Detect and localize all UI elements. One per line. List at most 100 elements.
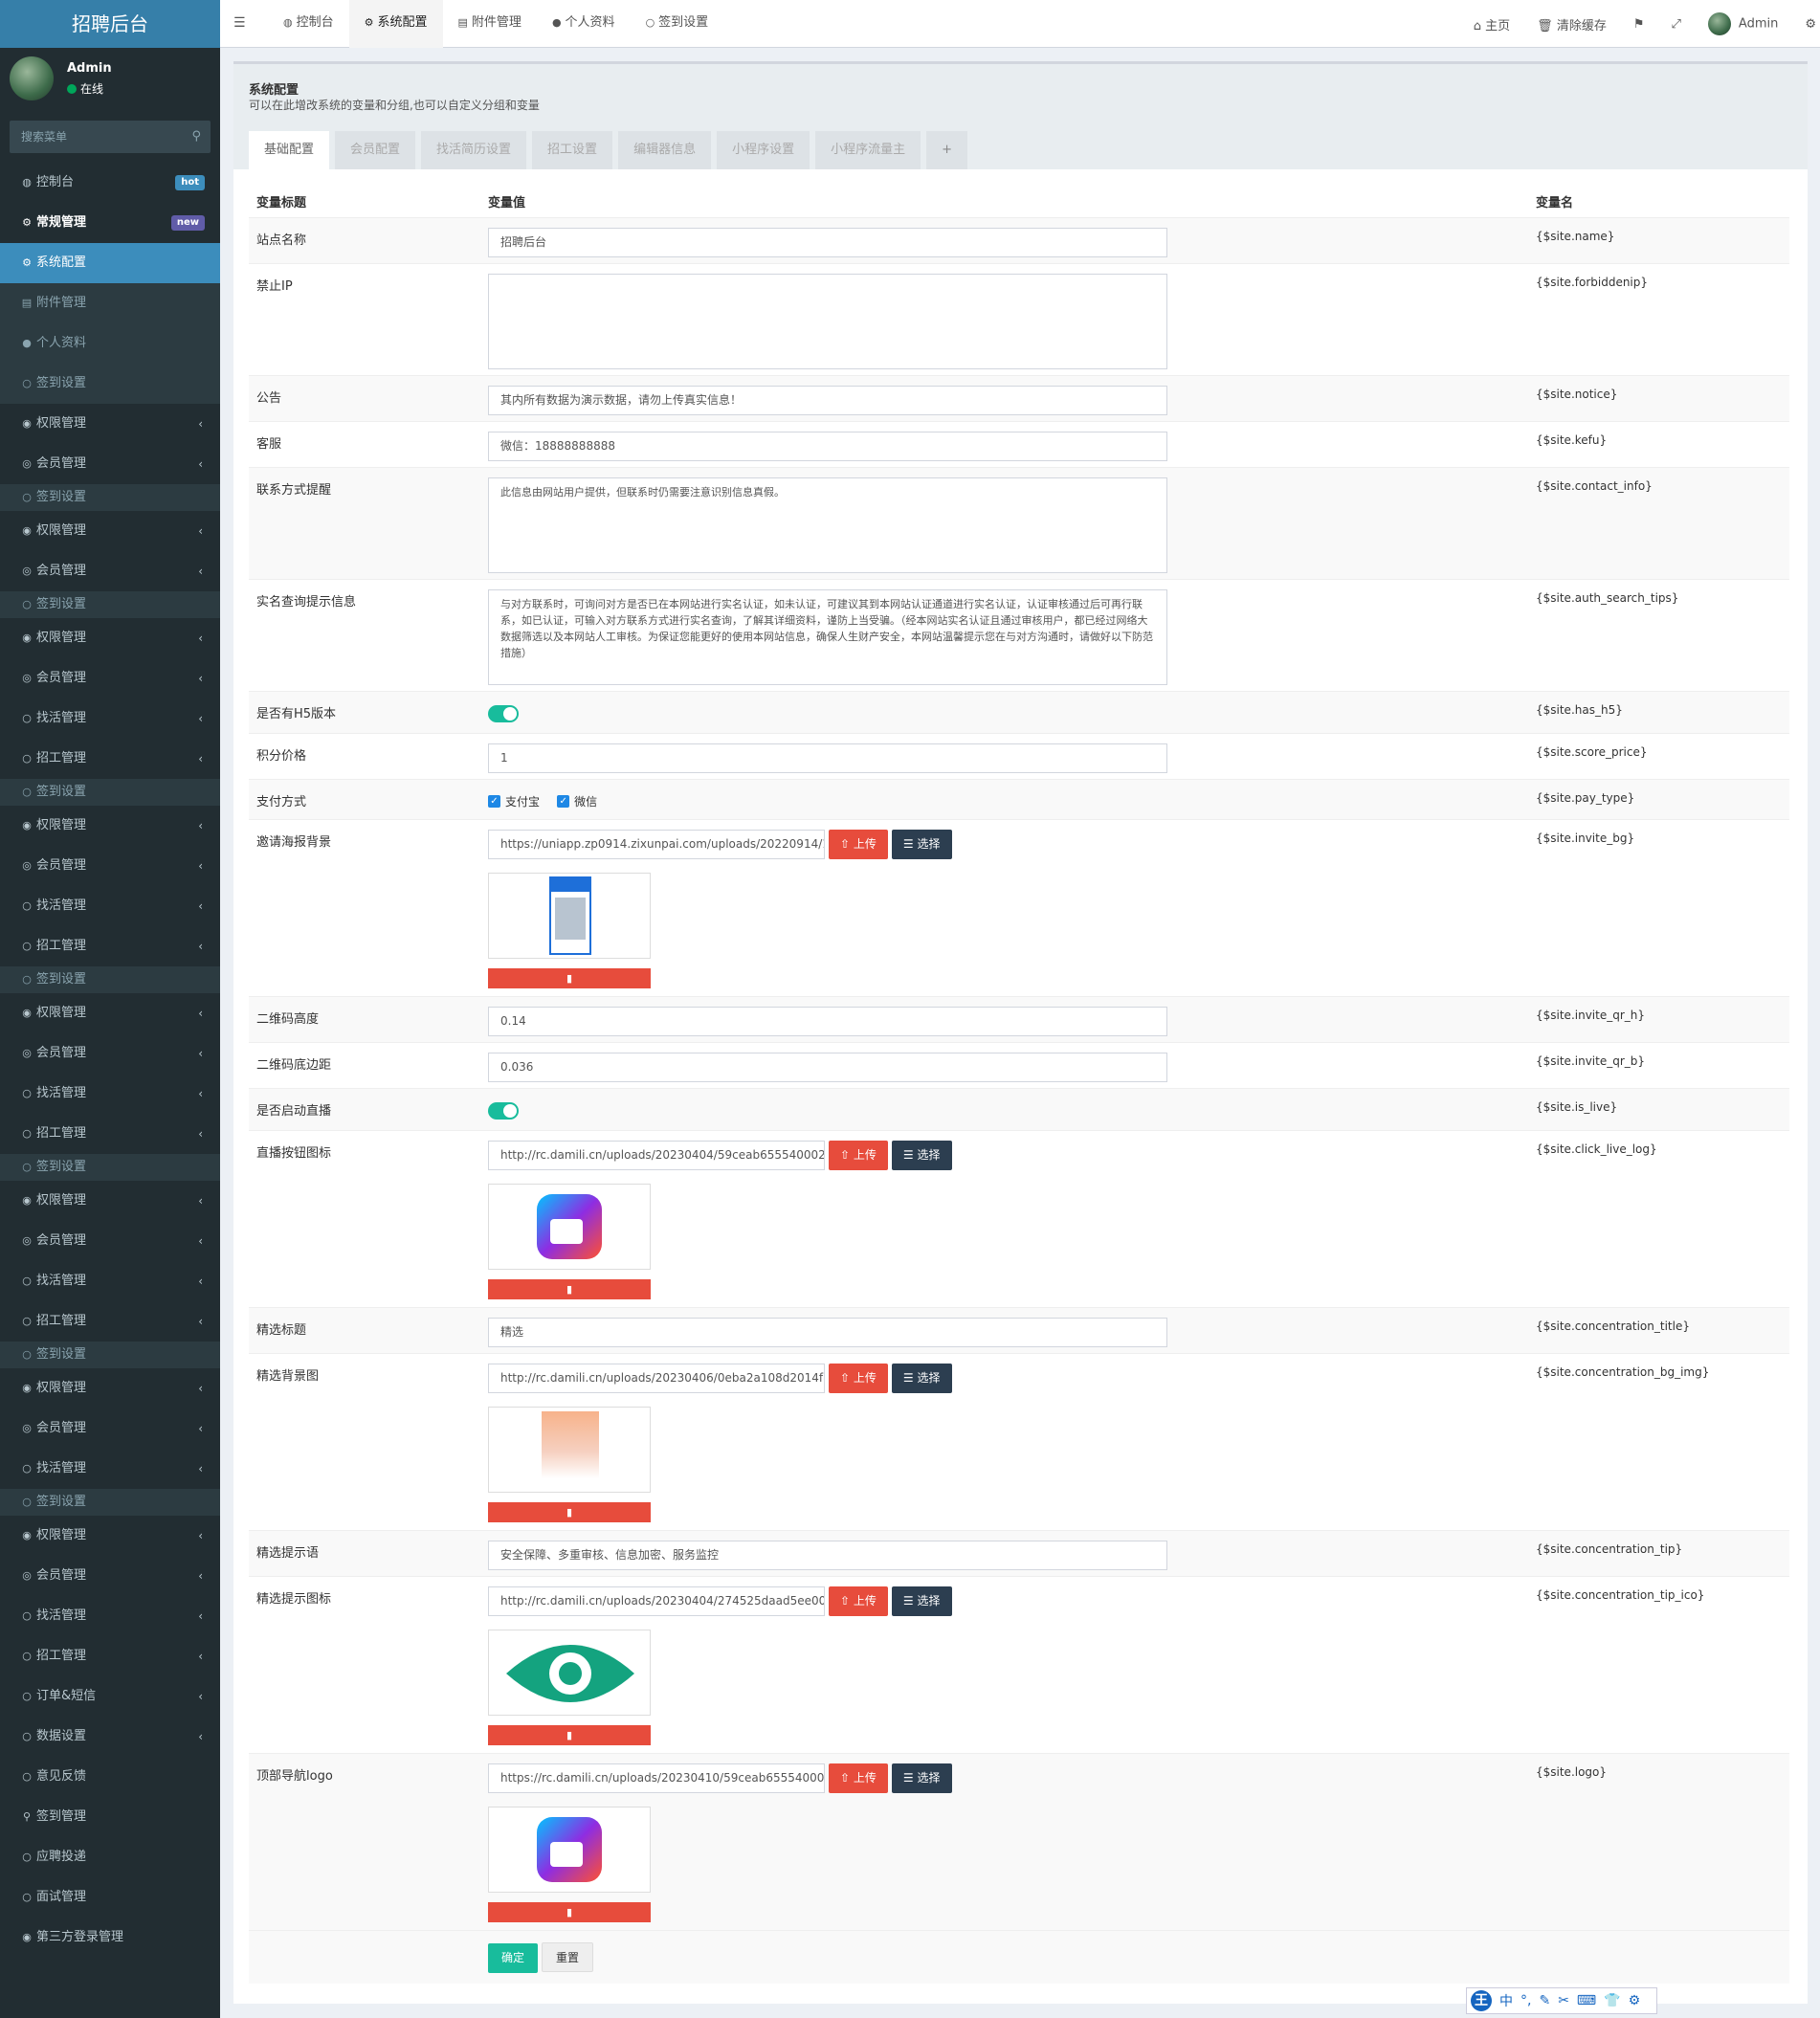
config-tab[interactable]: 找活简历设置: [421, 131, 527, 169]
sidebar-search-input[interactable]: [10, 121, 182, 153]
sidebar-item[interactable]: ○ 招工管理 ‹: [0, 1301, 220, 1342]
select-button[interactable]: ☰ 选择: [891, 1586, 952, 1616]
sidebar-item[interactable]: ○ 找活管理 ‹: [0, 1261, 220, 1301]
sidebar-item[interactable]: ◎ 会员管理 ‹: [0, 1408, 220, 1449]
invite-qr-h-input[interactable]: 0.14: [488, 1007, 1167, 1036]
select-button[interactable]: ☰ 选择: [891, 1141, 952, 1170]
delete-image-button[interactable]: ▮: [488, 968, 651, 988]
sidebar-item[interactable]: ⚙ 常规管理 new: [0, 203, 220, 243]
is-live-toggle[interactable]: [488, 1102, 519, 1120]
sidebar-item[interactable]: ◉ 权限管理 ‹: [0, 618, 220, 658]
sidebar-item[interactable]: ◎ 会员管理 ‹: [0, 551, 220, 591]
sidebar-item[interactable]: ○ 签到设置: [0, 1154, 220, 1181]
reset-button[interactable]: 重置: [542, 1942, 594, 1972]
app-logo[interactable]: 招聘后台: [0, 0, 220, 48]
sidebar-item[interactable]: ◉ 权限管理 ‹: [0, 1516, 220, 1556]
config-tab[interactable]: 编辑器信息: [618, 131, 712, 169]
live-icon-preview[interactable]: [488, 1184, 651, 1270]
delete-image-button[interactable]: ▮: [488, 1725, 651, 1745]
config-tab[interactable]: 会员配置: [335, 131, 416, 169]
upload-button[interactable]: ⇧ 上传: [829, 1364, 888, 1393]
top-tab[interactable]: ○ 签到设置: [631, 0, 724, 48]
invite-bg-preview[interactable]: [488, 873, 651, 959]
sidebar-item[interactable]: ◉ 第三方登录管理: [0, 1918, 220, 1958]
sidebar-item[interactable]: ○ 招工管理 ‹: [0, 926, 220, 966]
logo-preview[interactable]: [488, 1807, 651, 1893]
sidebar-item[interactable]: ○ 找活管理 ‹: [0, 1074, 220, 1114]
delete-image-button[interactable]: ▮: [488, 1902, 651, 1922]
shirt-icon[interactable]: 👕: [1604, 1993, 1620, 2008]
invite-bg-input[interactable]: https://uniapp.zp0914.zixunpai.com/uploa…: [488, 830, 825, 859]
alipay-checkbox[interactable]: ✓ 支付宝: [488, 793, 540, 809]
sidebar-item[interactable]: ○ 签到设置: [0, 779, 220, 806]
home-link[interactable]: ⌂ 主页: [1460, 15, 1523, 33]
ime-lang[interactable]: 中: [1499, 1991, 1513, 2010]
punctuation-icon[interactable]: °,: [1520, 1993, 1531, 2008]
delete-image-button[interactable]: ▮: [488, 1279, 651, 1299]
wechat-checkbox[interactable]: ✓ 微信: [557, 793, 597, 809]
logo-input[interactable]: https://rc.damili.cn/uploads/20230410/59…: [488, 1763, 825, 1793]
notice-input[interactable]: 其内所有数据为演示数据，请勿上传真实信息！: [488, 386, 1167, 415]
sidebar-item[interactable]: ◎ 会员管理 ‹: [0, 1033, 220, 1074]
sidebar-item[interactable]: ◉ 权限管理 ‹: [0, 1368, 220, 1408]
kefu-input[interactable]: 微信：18888888888: [488, 432, 1167, 461]
upload-button[interactable]: ⇧ 上传: [829, 1141, 888, 1170]
scissors-icon[interactable]: ✂: [1558, 1993, 1569, 2008]
top-tab[interactable]: ⚙ 系统配置: [348, 0, 443, 48]
keyboard-icon[interactable]: ⌨: [1577, 1993, 1596, 2008]
concentration-tip-input[interactable]: 安全保障、多重审核、信息加密、服务监控: [488, 1541, 1167, 1570]
select-button[interactable]: ☰ 选择: [891, 1763, 952, 1793]
delete-image-button[interactable]: ▮: [488, 1502, 651, 1522]
sidebar-item[interactable]: ○ 找活管理 ‹: [0, 886, 220, 926]
gear-icon[interactable]: ⚙: [1629, 1993, 1641, 2008]
sidebar-item[interactable]: ○ 订单&短信 ‹: [0, 1676, 220, 1717]
sidebar-item[interactable]: ○ 签到设置: [0, 966, 220, 993]
language-icon[interactable]: ⚑: [1620, 17, 1658, 32]
config-tab[interactable]: 招工设置: [532, 131, 613, 169]
concentration-bg-preview[interactable]: [488, 1407, 651, 1493]
sidebar-item[interactable]: ▤ 附件管理: [0, 283, 220, 323]
site-name-input[interactable]: 招聘后台: [488, 228, 1167, 257]
sidebar-item[interactable]: ○ 招工管理 ‹: [0, 739, 220, 779]
sidebar-item[interactable]: ○ 签到设置: [0, 1489, 220, 1516]
eye-icon-preview[interactable]: [488, 1630, 651, 1716]
sidebar-item[interactable]: ◎ 会员管理 ‹: [0, 1556, 220, 1596]
sidebar-item[interactable]: ○ 招工管理 ‹: [0, 1114, 220, 1154]
config-tab[interactable]: 基础配置: [249, 131, 330, 169]
search-icon[interactable]: ⚲: [191, 129, 201, 144]
config-tab[interactable]: 小程序设置: [717, 131, 810, 169]
add-tab-button[interactable]: +: [926, 131, 968, 169]
sidebar-item[interactable]: ◉ 权限管理 ‹: [0, 404, 220, 444]
sidebar-item[interactable]: ⚲ 签到管理: [0, 1797, 220, 1837]
contact-info-textarea[interactable]: 此信息由网站用户提供，但联系时仍需要注意识别信息真假。: [488, 477, 1167, 573]
concentration-tip-ico-input[interactable]: http://rc.damili.cn/uploads/20230404/274…: [488, 1586, 825, 1616]
top-tab[interactable]: ▤ 附件管理: [443, 0, 537, 48]
pen-icon[interactable]: ✎: [1539, 1993, 1550, 2008]
sidebar-item[interactable]: ○ 签到设置: [0, 364, 220, 404]
concentration-bg-input[interactable]: http://rc.damili.cn/uploads/20230406/0eb…: [488, 1364, 825, 1393]
sidebar-item[interactable]: ○ 数据设置 ‹: [0, 1717, 220, 1757]
gear-icon[interactable]: ⚙: [1791, 17, 1820, 32]
sidebar-item[interactable]: ○ 签到设置: [0, 1342, 220, 1368]
admin-menu[interactable]: Admin: [1695, 12, 1791, 35]
sidebar-item[interactable]: ○ 招工管理 ‹: [0, 1636, 220, 1676]
sidebar-item[interactable]: ○ 应聘投递: [0, 1837, 220, 1877]
sidebar-item[interactable]: ◉ 权限管理 ‹: [0, 511, 220, 551]
score-price-input[interactable]: 1: [488, 743, 1167, 773]
menu-toggle-icon[interactable]: ☰: [233, 15, 246, 31]
submit-button[interactable]: 确定: [488, 1943, 539, 1973]
concentration-title-input[interactable]: 精选: [488, 1318, 1167, 1347]
sidebar-item[interactable]: ○ 找活管理 ‹: [0, 1449, 220, 1489]
upload-button[interactable]: ⇧ 上传: [829, 1763, 888, 1793]
select-button[interactable]: ☰ 选择: [891, 830, 952, 859]
sidebar-item[interactable]: ◉ 权限管理 ‹: [0, 806, 220, 846]
fullscreen-icon[interactable]: ⤢: [1658, 17, 1695, 32]
select-button[interactable]: ☰ 选择: [891, 1364, 952, 1393]
click-live-log-input[interactable]: http://rc.damili.cn/uploads/20230404/59c…: [488, 1141, 825, 1170]
sidebar-item[interactable]: ◉ 权限管理 ‹: [0, 1181, 220, 1221]
sidebar-item[interactable]: ◎ 会员管理 ‹: [0, 658, 220, 699]
sidebar-item[interactable]: ◍ 控制台 hot: [0, 163, 220, 203]
clear-cache-button[interactable]: 🗑 清除缓存: [1523, 15, 1620, 33]
sidebar-item[interactable]: ○ 签到设置: [0, 484, 220, 511]
top-tab[interactable]: ◍ 控制台: [268, 0, 349, 48]
